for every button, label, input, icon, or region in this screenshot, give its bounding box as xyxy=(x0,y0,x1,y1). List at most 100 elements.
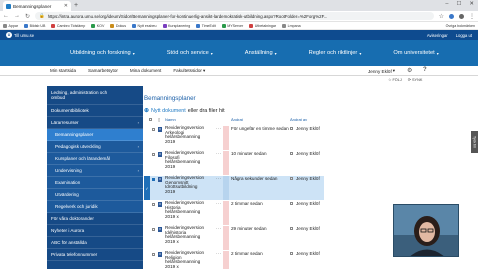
more-options-icon[interactable]: ··· xyxy=(216,126,222,131)
modified-by-cell[interactable]: Jenny Eklöf xyxy=(296,226,320,231)
row-checkbox[interactable] xyxy=(152,253,155,256)
chevron-right-icon[interactable]: › xyxy=(138,144,139,150)
gear-icon[interactable]: ⚙ xyxy=(407,67,412,74)
logout-link[interactable]: Logga ut xyxy=(456,33,472,38)
link-mina-dokument[interactable]: Mina dokument xyxy=(130,68,161,73)
link-samarbetsytor[interactable]: Samarbetsytor xyxy=(88,68,118,73)
more-options-icon[interactable]: ··· xyxy=(216,226,222,231)
bookmark-item[interactable]: Dokus xyxy=(110,23,126,28)
more-options-icon[interactable]: ··· xyxy=(216,201,222,206)
row-checkbox[interactable] xyxy=(152,178,155,181)
table-row[interactable]: X Revideringsversion Arkeologi helårsbemann… xyxy=(144,125,324,150)
bookmark-item[interactable]: Appar xyxy=(3,23,18,28)
document-name-link[interactable]: Revideringsversion Religion helårsbemannin… xyxy=(165,250,215,269)
select-all-checkbox[interactable] xyxy=(149,118,152,121)
left-nav-item[interactable]: Regelverk och juridik xyxy=(47,201,143,213)
left-nav-item[interactable]: Utvärdering xyxy=(47,189,143,201)
modified-by-checkbox[interactable] xyxy=(290,127,293,130)
modified-by-checkbox[interactable] xyxy=(290,202,293,205)
modified-by-cell[interactable]: Jenny Eklöf xyxy=(296,251,320,256)
sync-button[interactable]: ⟳ SYNK xyxy=(408,77,423,82)
document-name-link[interactable]: Revideringsversion Genomsnitt Idrottsutbil… xyxy=(165,175,215,194)
document-name-link[interactable]: Revideringsversion Arkeologi helårsbemanni… xyxy=(165,125,215,144)
browser-tab[interactable]: Bemanningsplaner ✕ xyxy=(3,1,71,11)
table-row[interactable]: X Revideringsversion Religion helårsbemanni… xyxy=(144,250,324,269)
table-row[interactable]: X Revideringsversion Idéhistoria helårsbema… xyxy=(144,225,324,250)
close-window-button[interactable]: ✕ xyxy=(469,1,474,7)
modified-by-checkbox[interactable] xyxy=(290,252,293,255)
bookmark-item[interactable]: Kursplanering xyxy=(162,23,190,28)
left-nav-item[interactable]: Dokumentbibliotek xyxy=(47,105,143,117)
modified-by-checkbox[interactable] xyxy=(290,152,293,155)
document-name-link[interactable]: Revideringsversion Filosofi helårsbemannin… xyxy=(165,150,215,169)
left-nav-item[interactable]: Privata telefonnummer xyxy=(47,249,143,261)
follow-button[interactable]: ☆ FÖLJ xyxy=(388,77,402,82)
bookmark-star-icon[interactable]: ☆ xyxy=(439,13,444,20)
nav-stod[interactable]: Stöd och service ▾ xyxy=(151,50,229,56)
column-header-modified[interactable]: Ändrat xyxy=(231,117,243,122)
bookmark-item[interactable]: Nytt essbeu xyxy=(132,23,157,28)
row-checkbox[interactable] xyxy=(152,153,155,156)
left-nav-item[interactable]: Nyheter i Aurora xyxy=(47,225,143,237)
modified-by-checkbox[interactable] xyxy=(290,227,293,230)
bookmark-item[interactable]: MYServer xyxy=(221,23,243,28)
chevron-right-icon[interactable]: › xyxy=(138,168,139,174)
new-tab-button[interactable]: + xyxy=(74,1,78,10)
more-options-icon[interactable]: ··· xyxy=(216,151,222,156)
help-icon[interactable]: ? xyxy=(423,67,427,73)
modified-by-cell[interactable]: Jenny Eklöf xyxy=(296,176,320,181)
modified-by-cell[interactable]: Jenny Eklöf xyxy=(296,151,320,156)
row-checkbox[interactable] xyxy=(152,228,155,231)
modified-by-cell[interactable]: Jenny Eklöf xyxy=(296,126,320,131)
bookmark-item[interactable]: Bildsb UB xyxy=(24,23,45,28)
back-icon[interactable]: ← xyxy=(3,13,9,19)
left-nav-item[interactable]: Bemanningsplaner xyxy=(47,129,143,141)
column-header-name[interactable]: Namn xyxy=(165,117,176,122)
forward-icon[interactable]: → xyxy=(14,13,20,19)
extension-icon[interactable] xyxy=(449,13,454,19)
more-options-icon[interactable]: ··· xyxy=(216,251,222,256)
left-nav-item[interactable]: Lärarresurser › xyxy=(47,117,143,129)
row-checkbox[interactable] xyxy=(152,203,155,206)
other-bookmarks[interactable]: Övriga bokmärken xyxy=(444,24,475,28)
left-nav-item[interactable]: För våra doktorander xyxy=(47,213,143,225)
profile-icon[interactable] xyxy=(459,13,464,19)
close-tab-icon[interactable]: ✕ xyxy=(64,3,68,9)
nav-regler[interactable]: Regler och riktlinjer ▾ xyxy=(293,50,378,56)
bookmark-item[interactable]: TimeEdit xyxy=(196,23,216,28)
menu-icon[interactable]: ⋮ xyxy=(469,13,475,20)
left-nav-item[interactable]: ABC för anställda xyxy=(47,237,143,249)
column-header-modified-by[interactable]: Ändrat av xyxy=(290,117,307,122)
table-row[interactable]: X Revideringsversion Historia helårsbemanni… xyxy=(144,200,324,225)
bookmark-item[interactable]: Cambro Tidstämp xyxy=(51,23,85,28)
row-checkbox[interactable] xyxy=(152,128,155,131)
url-field[interactable]: 🔒 https://intra.aurora.umu.se/org/ideum/… xyxy=(35,12,434,20)
left-nav-item[interactable]: Pedagogisk utveckling › xyxy=(47,141,143,153)
nav-om[interactable]: Om universitetet ▾ xyxy=(377,50,454,56)
user-menu[interactable]: Jenny Eklöf ▾ xyxy=(368,68,395,74)
more-options-icon[interactable]: ··· xyxy=(216,176,222,181)
modified-by-checkbox[interactable] xyxy=(290,177,293,180)
document-name-link[interactable]: Revideringsversion Idéhistoria helårsbeman… xyxy=(165,225,215,244)
umu-logo-link[interactable]: U Till umu.se xyxy=(6,32,34,38)
left-nav-item[interactable]: Examination xyxy=(47,177,143,189)
nav-anstallning[interactable]: Anställning ▾ xyxy=(229,50,293,56)
document-name-link[interactable]: Revideringsversion Historia helårsbemannin… xyxy=(165,200,215,219)
bookmark-item[interactable]: KOV xyxy=(91,23,104,28)
minimize-button[interactable]: – xyxy=(445,1,448,7)
left-nav-item[interactable]: Kursplaner och lärandemål xyxy=(47,153,143,165)
table-row[interactable]: X Revideringsversion Filosofi helårsbemanni… xyxy=(144,150,324,175)
new-document-link[interactable]: Nytt dokument xyxy=(151,108,186,114)
reload-icon[interactable]: ↻ xyxy=(25,13,30,20)
notifications-link[interactable]: Aviseringar xyxy=(427,33,448,38)
table-row[interactable]: ✓ X Revideringsversion Genomsnitt Idrottsutb… xyxy=(144,175,324,200)
feedback-tab[interactable]: Tyck till xyxy=(471,131,478,153)
nav-utbildning[interactable]: Utbildning och forskning ▾ xyxy=(54,50,151,56)
plus-icon[interactable]: ⊕ xyxy=(144,107,149,114)
bookmark-item[interactable]: Utbetalningar xyxy=(249,23,276,28)
link-min-startsida[interactable]: Min startsida xyxy=(50,68,76,73)
maximize-button[interactable]: ☐ xyxy=(456,1,461,7)
bookmark-item[interactable]: Lmpana xyxy=(282,23,301,28)
left-nav-item[interactable]: Ledning, administration och ombud xyxy=(47,86,143,105)
chevron-right-icon[interactable]: › xyxy=(138,120,139,126)
